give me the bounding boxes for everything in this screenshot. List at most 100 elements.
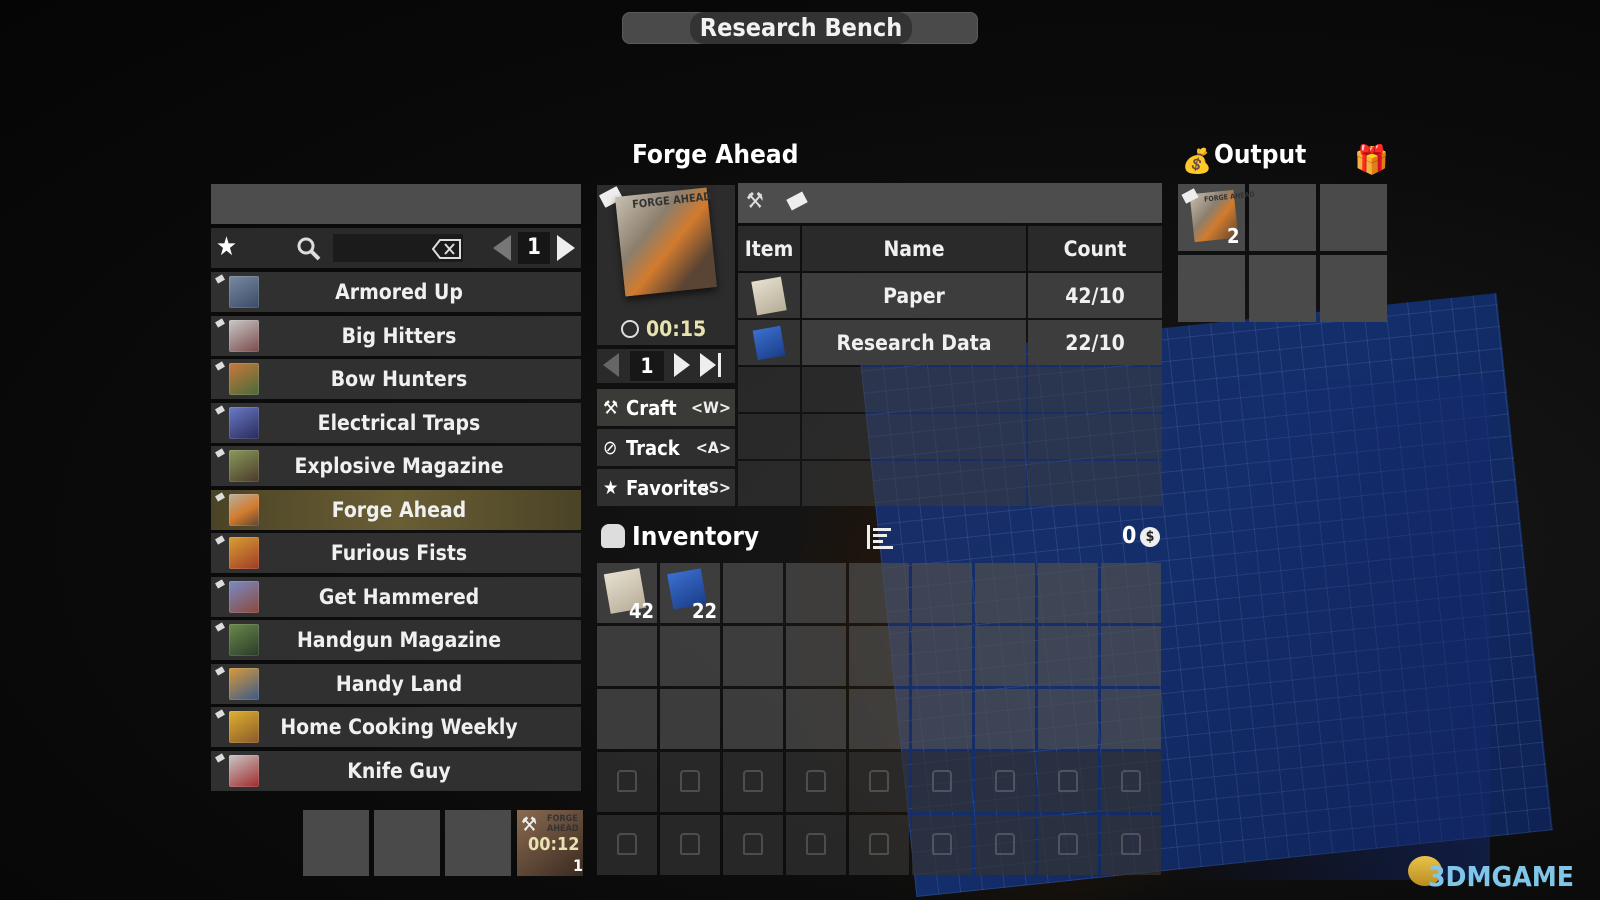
take-all-gift-icon[interactable]: 🎁: [1354, 143, 1389, 176]
star-icon: ★: [603, 477, 619, 499]
favorites-filter-star-icon[interactable]: ★: [216, 232, 237, 262]
inventory-slot[interactable]: [660, 626, 720, 686]
recipe-item-electrical-traps[interactable]: Electrical Traps: [211, 402, 581, 443]
inventory-slot[interactable]: 42: [597, 563, 657, 623]
next-page-arrow-icon[interactable]: [557, 235, 575, 261]
inventory-slot[interactable]: [849, 689, 909, 749]
magazine-thumbnail-icon: [229, 319, 259, 352]
inventory-slot[interactable]: [597, 626, 657, 686]
search-icon: [296, 236, 322, 266]
inventory-slot[interactable]: [912, 563, 972, 623]
queue-slot-active[interactable]: ⚒ FORGE AHEAD 00:12 1: [517, 810, 583, 876]
favorite-button[interactable]: ★ Favorite <S>: [597, 469, 735, 506]
coin-icon: $: [1140, 527, 1160, 547]
recipe-title: Forge Ahead: [632, 140, 799, 170]
hammer-workbench-icon: ⚒: [746, 189, 764, 214]
track-label: Track: [626, 436, 680, 460]
magazine-thumbnail-icon: [229, 624, 259, 656]
output-slot[interactable]: [1249, 255, 1316, 322]
inventory-slot[interactable]: [912, 626, 972, 686]
inventory-slot[interactable]: [849, 626, 909, 686]
craft-count[interactable]: 1: [630, 351, 664, 381]
inventory-slot[interactable]: [975, 689, 1035, 749]
sort-inventory-icon[interactable]: [866, 524, 894, 557]
locked-slot-icon: [617, 770, 637, 792]
recipe-item-forge-ahead[interactable]: Forge Ahead: [211, 489, 581, 530]
clear-search-icon[interactable]: [431, 239, 462, 263]
locked-slot-icon: [680, 770, 700, 792]
queue-slot-empty[interactable]: [445, 810, 511, 876]
inventory-slot[interactable]: [786, 689, 846, 749]
inventory-slot[interactable]: [723, 689, 783, 749]
inventory-slot[interactable]: [1101, 626, 1161, 686]
recipe-item-knife-guy[interactable]: Knife Guy: [211, 750, 581, 791]
craft-button[interactable]: ⚒ Craft <W>: [597, 389, 735, 426]
inventory-slot-locked: [786, 815, 846, 875]
inventory-slot-locked: [912, 752, 972, 812]
inventory-slot[interactable]: [1038, 563, 1098, 623]
inventory-slot[interactable]: [1038, 689, 1098, 749]
inventory-slot[interactable]: [660, 689, 720, 749]
track-button[interactable]: ⊘ Track <A>: [597, 429, 735, 466]
inventory-slot[interactable]: 22: [660, 563, 720, 623]
ingredient-count: 42/10: [1028, 273, 1162, 318]
hammer-icon: ⚒: [521, 812, 538, 836]
recipe-item-get-hammered[interactable]: Get Hammered: [211, 576, 581, 617]
recipe-item-bow-hunters[interactable]: Bow Hunters: [211, 359, 581, 399]
inventory-item-count: 22: [691, 599, 717, 623]
output-slot[interactable]: [1178, 255, 1245, 322]
money-bag-icon: 💰: [1182, 147, 1212, 175]
ingredient-row[interactable]: Paper 42/10: [738, 273, 1164, 318]
inventory-slot[interactable]: [1101, 563, 1161, 623]
ingredients-header-row: Item Name Count: [738, 226, 1164, 271]
book-icon: [786, 191, 808, 211]
ingredient-row-empty: [738, 414, 1164, 459]
inventory-slot[interactable]: [975, 626, 1035, 686]
output-slot[interactable]: [1320, 184, 1387, 251]
ingredient-row-empty: [738, 367, 1164, 412]
recipe-label: Electrical Traps: [317, 410, 481, 435]
recipe-item-big-hitters[interactable]: Big Hitters: [211, 315, 581, 356]
locked-slot-icon: [743, 770, 763, 792]
inventory-slot-locked: [1038, 815, 1098, 875]
inventory-slot[interactable]: [786, 563, 846, 623]
increase-count-arrow-icon[interactable]: [674, 353, 690, 377]
ingredient-count: 22/10: [1028, 320, 1162, 365]
inventory-slot[interactable]: [975, 563, 1035, 623]
inventory-slot-locked: [1038, 752, 1098, 812]
recipe-label: Armored Up: [335, 280, 463, 304]
magazine-thumbnail-icon: [229, 276, 259, 308]
output-slot[interactable]: [1320, 255, 1387, 322]
inventory-slot[interactable]: [1101, 689, 1161, 749]
ingredients-header-bar: ⚒: [738, 183, 1162, 223]
inventory-slot[interactable]: [912, 689, 972, 749]
recipe-item-home-cooking-weekly[interactable]: Home Cooking Weekly: [211, 707, 581, 747]
recipe-label: Bow Hunters: [330, 367, 468, 391]
locked-slot-icon: [932, 833, 952, 855]
ingredient-row[interactable]: Research Data 22/10: [738, 320, 1164, 365]
queue-slot-empty[interactable]: [374, 810, 440, 876]
magazine-thumbnail-icon: [229, 537, 259, 569]
inventory-slot[interactable]: [723, 563, 783, 623]
locked-slot-icon: [806, 770, 826, 792]
output-slot[interactable]: [1249, 184, 1316, 251]
inventory-slot[interactable]: [786, 626, 846, 686]
inventory-slot[interactable]: [597, 689, 657, 749]
recipe-label: Big Hitters: [341, 323, 457, 348]
clock-icon: [621, 320, 639, 338]
max-count-arrow-icon[interactable]: [700, 353, 716, 377]
inventory-slot[interactable]: [1038, 626, 1098, 686]
recipe-item-handgun-magazine[interactable]: Handgun Magazine: [211, 620, 581, 660]
locked-slot-icon: [1121, 770, 1141, 792]
prev-page-arrow-icon[interactable]: [493, 235, 511, 261]
recipe-item-furious-fists[interactable]: Furious Fists: [211, 533, 581, 573]
craft-time: 00:15: [646, 317, 707, 341]
recipe-item-handy-land[interactable]: Handy Land: [211, 663, 581, 704]
inventory-slot[interactable]: [723, 626, 783, 686]
recipe-item-explosive-magazine[interactable]: Explosive Magazine: [211, 446, 581, 486]
queue-slot-empty[interactable]: [303, 810, 369, 876]
decrease-count-arrow-icon[interactable]: [603, 353, 619, 377]
inventory-slot[interactable]: [849, 563, 909, 623]
recipe-item-armored-up[interactable]: Armored Up: [211, 272, 581, 312]
magazine-thumbnail-icon: [229, 406, 259, 439]
